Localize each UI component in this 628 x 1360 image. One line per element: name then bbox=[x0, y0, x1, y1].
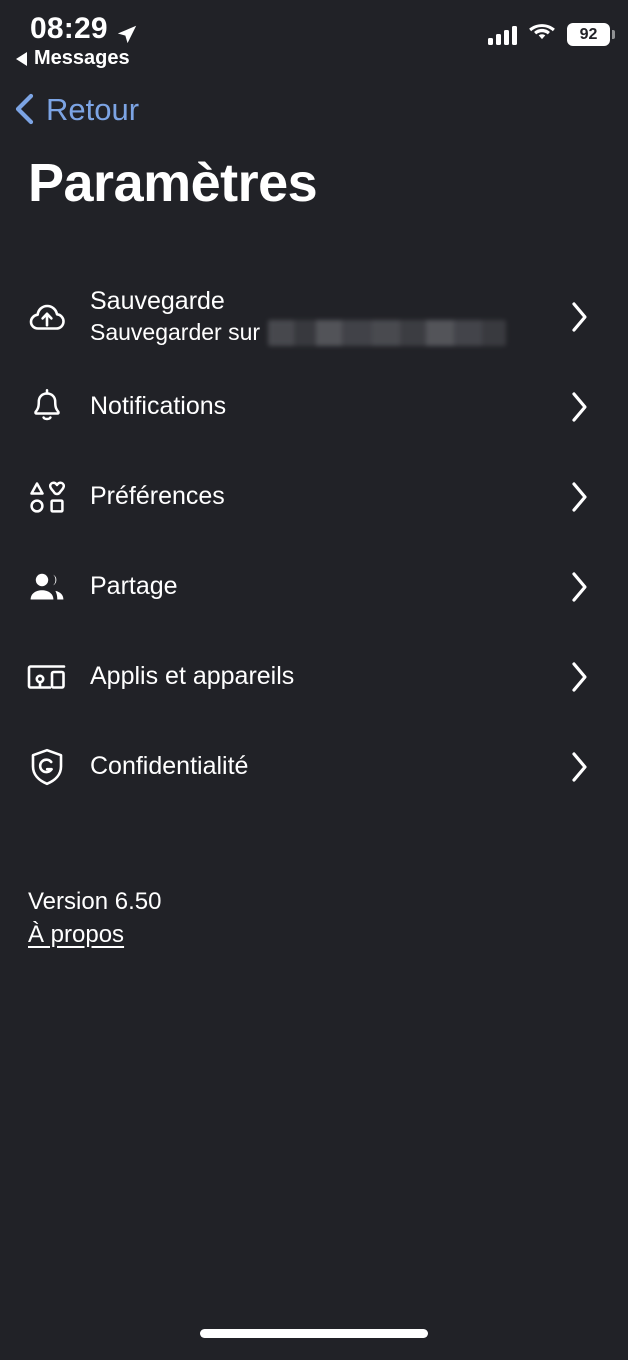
wifi-icon bbox=[529, 22, 555, 47]
location-arrow-icon bbox=[116, 19, 138, 44]
settings-row-label: Notifications bbox=[90, 392, 227, 421]
chevron-right-icon bbox=[544, 660, 614, 694]
settings-row-notifications[interactable]: Notifications bbox=[0, 362, 628, 452]
triangle-left-icon bbox=[16, 51, 27, 66]
back-button-label: Retour bbox=[46, 91, 140, 127]
bell-icon bbox=[0, 388, 90, 426]
settings-row-label: Partage bbox=[90, 572, 178, 601]
settings-row-texts: Sauvegarde Sauvegarder sur bbox=[90, 286, 544, 347]
battery-icon: 92 bbox=[567, 23, 615, 46]
settings-row-label: Préférences bbox=[90, 482, 225, 511]
settings-row-applis-et-appareils[interactable]: Applis et appareils bbox=[0, 632, 628, 722]
status-bar-time: 08:29 bbox=[30, 12, 108, 45]
shield-g-icon bbox=[0, 747, 90, 787]
settings-row-texts: Notifications bbox=[90, 391, 544, 422]
app-screen: 08:29 Messages 92 Retour Paramètres Sauv… bbox=[0, 0, 628, 1360]
about-link[interactable]: À propos bbox=[28, 921, 124, 949]
return-to-app-label: Messages bbox=[34, 47, 130, 69]
cellular-bars-icon bbox=[488, 25, 517, 45]
settings-row-texts: Partage bbox=[90, 571, 544, 602]
return-to-messages-button[interactable]: Messages bbox=[16, 47, 130, 70]
settings-row-subtitle: Sauvegarder sur bbox=[90, 318, 544, 348]
status-bar: 08:29 Messages 92 bbox=[0, 0, 628, 86]
footer: Version 6.50 À propos bbox=[28, 886, 161, 949]
settings-row-texts: Préférences bbox=[90, 481, 544, 512]
people-group-icon bbox=[0, 570, 90, 604]
app-version-label: Version 6.50 bbox=[28, 888, 162, 915]
shapes-grid-icon bbox=[0, 478, 90, 516]
chevron-right-icon bbox=[544, 750, 614, 784]
chevron-right-icon bbox=[544, 480, 614, 514]
settings-row-sauvegarde[interactable]: Sauvegarde Sauvegarder sur bbox=[0, 272, 628, 362]
settings-row-confidentialite[interactable]: Confidentialité bbox=[0, 722, 628, 812]
settings-row-label: Applis et appareils bbox=[90, 662, 295, 691]
settings-list: Sauvegarde Sauvegarder sur Notifications… bbox=[0, 272, 628, 812]
chevron-right-icon bbox=[544, 570, 614, 604]
settings-row-partage[interactable]: Partage bbox=[0, 542, 628, 632]
settings-row-texts: Confidentialité bbox=[90, 751, 544, 782]
back-button[interactable]: Retour bbox=[14, 92, 139, 126]
settings-row-texts: Applis et appareils bbox=[90, 661, 544, 692]
chevron-right-icon bbox=[544, 300, 614, 334]
settings-row-subtitle-prefix: Sauvegarder sur bbox=[90, 318, 261, 345]
settings-row-label: Sauvegarde bbox=[90, 287, 225, 316]
devices-icon bbox=[0, 661, 90, 693]
battery-level-label: 92 bbox=[579, 25, 598, 43]
home-indicator-bar[interactable] bbox=[200, 1329, 428, 1338]
status-bar-indicators: 92 bbox=[488, 22, 615, 47]
chevron-left-icon bbox=[14, 92, 36, 126]
status-bar-time-group: 08:29 bbox=[30, 12, 138, 46]
cloud-upload-icon bbox=[0, 301, 90, 333]
settings-row-label: Confidentialité bbox=[90, 752, 249, 781]
chevron-right-icon bbox=[544, 390, 614, 424]
settings-row-preferences[interactable]: Préférences bbox=[0, 452, 628, 542]
redacted-value bbox=[268, 319, 507, 346]
page-title: Paramètres bbox=[28, 153, 318, 213]
